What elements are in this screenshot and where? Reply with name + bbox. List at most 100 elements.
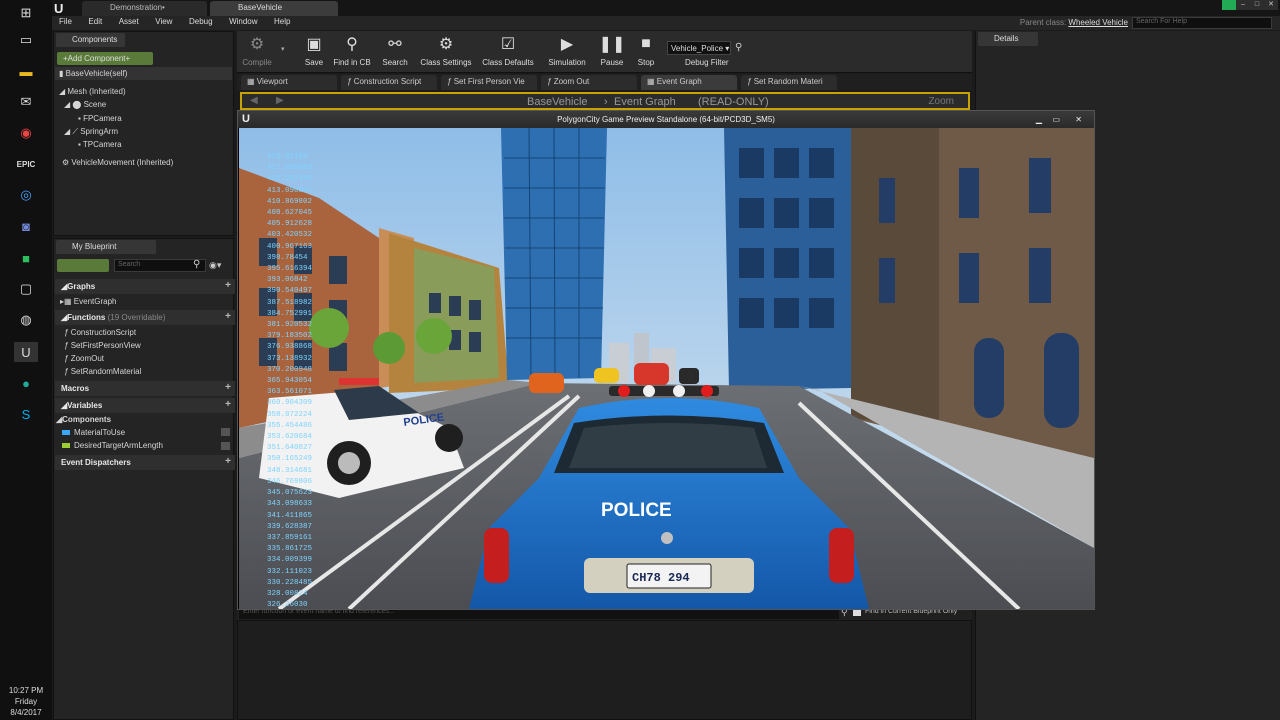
task-view-icon[interactable]: ▭	[14, 30, 38, 50]
tree-item-mesh[interactable]: ◢ Mesh (Inherited)	[59, 87, 126, 96]
tab-basevehicle[interactable]: BaseVehicle	[210, 1, 338, 16]
menu-edit[interactable]: Edit	[81, 16, 109, 27]
tab-set-random-material[interactable]: ƒ Set Random Materi	[741, 75, 837, 90]
tree-item-scene[interactable]: ◢ ⬤ Scene	[64, 100, 106, 109]
debug-log-line: 417.800883	[267, 164, 313, 173]
add-variable-icon[interactable]: +	[225, 399, 231, 410]
tab-construction-script[interactable]: ƒ Construction Script	[341, 75, 437, 90]
functions-section[interactable]: ◢Functions (19 Overridable) +	[55, 310, 235, 325]
tab-set-first-person-view[interactable]: ƒ Set First Person Vie	[441, 75, 537, 90]
menu-view[interactable]: View	[148, 16, 179, 27]
mail-icon[interactable]: ✉	[14, 92, 38, 112]
view-options-icon[interactable]: ◉▾	[209, 260, 221, 271]
compile-button[interactable]: ⚙ Compile	[241, 33, 273, 67]
browse-debug-icon[interactable]: ⚲	[735, 42, 742, 53]
function-label: SetFirstPersonView	[70, 341, 141, 350]
clock-day: Friday	[14, 697, 38, 706]
menu-file[interactable]: File	[52, 16, 79, 27]
oculus-icon[interactable]: ▢	[14, 279, 38, 299]
pause-button[interactable]: ❚❚ Pause	[597, 33, 627, 67]
forward-arrow-icon[interactable]: ▶	[276, 95, 284, 106]
function-item-zoomout[interactable]: ƒ ZoomOut	[64, 354, 104, 363]
menu-window[interactable]: Window	[222, 16, 264, 27]
tree-item-tpcamera[interactable]: ▪ TPCamera	[78, 140, 122, 149]
search-icon: ⚲	[193, 259, 201, 270]
game-close-button[interactable]: ✕	[1075, 111, 1082, 128]
variable-item-materialtouse[interactable]: MaterialToUse	[62, 428, 125, 437]
clock-date: 8/4/2017	[10, 708, 42, 717]
debug-log-line: 351.640827	[267, 444, 313, 453]
menu-help[interactable]: Help	[267, 16, 297, 27]
epic-launcher-icon[interactable]: EPIC	[14, 154, 38, 174]
maximize-button[interactable]: □	[1250, 0, 1264, 10]
evernote-icon[interactable]: ■	[14, 248, 38, 268]
tab-demonstration[interactable]: Demonstration•	[82, 1, 207, 16]
tab-viewport[interactable]: ▦ Viewport	[241, 75, 337, 90]
function-item-setrandommaterial[interactable]: ƒ SetRandomMaterial	[64, 367, 141, 376]
tab-label: Set First Person Vie	[453, 77, 525, 86]
components-category[interactable]: ◢Components	[56, 415, 111, 424]
save-button[interactable]: ▣ Save	[299, 33, 329, 67]
menu-debug[interactable]: Debug	[182, 16, 220, 27]
game-viewport[interactable]: POLICE POLICE CH78 294 419.91150 417.8008…	[239, 128, 1094, 609]
close-button[interactable]: ✕	[1264, 0, 1278, 10]
back-arrow-icon[interactable]: ◀	[250, 95, 258, 106]
variables-section[interactable]: ◢Variables +	[55, 398, 235, 413]
skype-icon[interactable]: S	[14, 404, 38, 424]
compile-options-icon[interactable]: ▾	[281, 45, 285, 53]
visibility-toggle[interactable]	[221, 428, 230, 436]
event-dispatchers-section[interactable]: Event Dispatchers +	[55, 455, 235, 470]
debug-object-dropdown[interactable]: Vehicle_Police ▾	[667, 41, 731, 55]
game-preview-window[interactable]: U PolygonCity Game Preview Standalone (6…	[237, 110, 1095, 610]
variable-item-desiredtargetarmlength[interactable]: DesiredTargetArmLength	[62, 441, 163, 450]
graphs-section[interactable]: ◢Graphs +	[55, 279, 235, 294]
components-tab[interactable]: Components	[56, 33, 126, 47]
add-new-button[interactable]	[57, 259, 109, 272]
add-dispatcher-icon[interactable]: +	[225, 456, 231, 467]
macros-section[interactable]: Macros +	[55, 381, 235, 396]
class-defaults-button[interactable]: ☑ Class Defaults	[479, 33, 537, 67]
search-button[interactable]: ⚯ Search	[377, 33, 413, 67]
debug-log-line: 395.616394	[267, 265, 313, 274]
function-item-setfirstpersonview[interactable]: ƒ SetFirstPersonView	[64, 341, 141, 350]
debug-log-line: 381.920532	[267, 321, 313, 330]
tab-zoom-out[interactable]: ƒ Zoom Out	[541, 75, 637, 90]
add-macro-icon[interactable]: +	[225, 382, 231, 393]
visibility-toggle[interactable]	[221, 442, 230, 450]
menu-asset[interactable]: Asset	[112, 16, 146, 27]
parent-class-link[interactable]: Wheeled Vehicle	[1068, 18, 1128, 27]
help-search-input[interactable]: Search For Help	[1132, 17, 1272, 29]
find-in-cb-button[interactable]: ⚲ Find in CB	[331, 33, 373, 67]
tree-item-springarm[interactable]: ◢ ⟋ SpringArm	[64, 127, 118, 137]
chrome-icon[interactable]: ◉	[14, 123, 38, 143]
app-icon[interactable]: ●	[14, 373, 38, 393]
graph-item-eventgraph[interactable]: ▸▦ EventGraph	[60, 297, 117, 306]
components-category-label: Components	[62, 415, 112, 424]
function-item-constructionscript[interactable]: ƒ ConstructionScript	[64, 328, 136, 337]
add-graph-icon[interactable]: +	[225, 280, 231, 291]
file-explorer-icon[interactable]: ▬	[14, 61, 38, 81]
unreal-engine-icon[interactable]: U	[14, 342, 38, 362]
unreal-icon[interactable]: ◎	[14, 185, 38, 205]
tree-item-fpcamera[interactable]: ▪ FPCamera	[78, 114, 122, 123]
game-window-titlebar[interactable]: U PolygonCity Game Preview Standalone (6…	[238, 111, 1094, 128]
class-settings-button[interactable]: ⚙ Class Settings	[417, 33, 475, 67]
my-blueprint-tab[interactable]: My Blueprint	[56, 240, 156, 254]
tab-event-graph[interactable]: ▦ Event Graph	[641, 75, 737, 90]
tree-item-vehiclemovement[interactable]: ⚙ VehicleMovement (Inherited)	[62, 158, 173, 167]
steam-icon[interactable]: ◍	[14, 310, 38, 330]
add-component-button[interactable]: +Add Component+	[57, 52, 153, 65]
tree-item-basevehicle[interactable]: ▮ BaseVehicle(self)	[59, 69, 127, 78]
game-maximize-button[interactable]: ▭	[1052, 111, 1060, 128]
pause-label: Pause	[600, 58, 624, 67]
add-function-icon[interactable]: +	[225, 311, 231, 322]
details-tab[interactable]: Details	[978, 32, 1038, 46]
system-clock[interactable]: 10:27 PM Friday 8/4/2017	[0, 685, 52, 718]
minimize-button[interactable]: –	[1236, 0, 1250, 10]
discord-icon[interactable]: ◙	[14, 216, 38, 236]
breadcrumb-root[interactable]: BaseVehicle	[527, 96, 588, 108]
stop-button[interactable]: ■ Stop	[631, 33, 661, 67]
simulation-button[interactable]: ▶ Simulation	[545, 33, 589, 67]
windows-start-icon[interactable]: ⊞	[14, 3, 38, 23]
game-minimize-button[interactable]: ▁	[1036, 111, 1042, 128]
